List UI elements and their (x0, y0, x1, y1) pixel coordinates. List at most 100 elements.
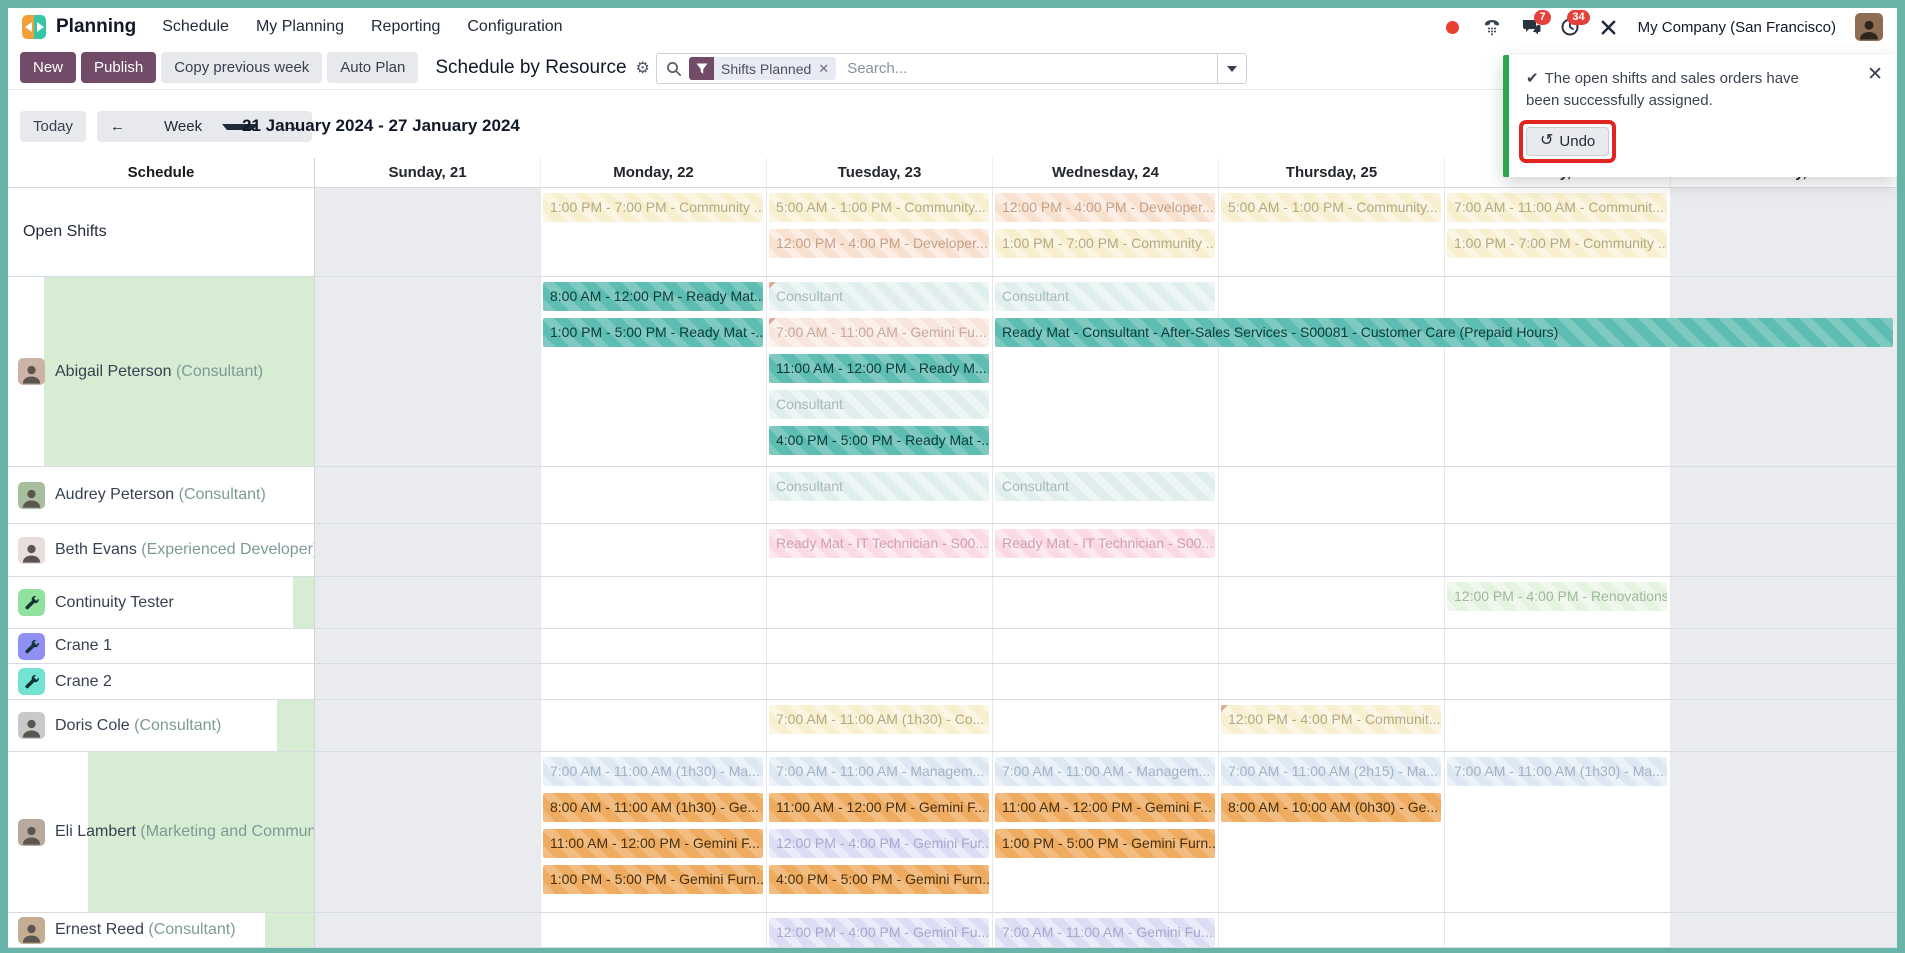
gantt-day-cell[interactable] (1445, 913, 1671, 947)
shift-pill[interactable]: Consultant (769, 282, 989, 311)
shift-pill[interactable]: 1:00 PM - 7:00 PM - Community ... (1447, 229, 1667, 258)
copy-previous-week-button[interactable]: Copy previous week (161, 52, 322, 83)
gantt-day-cell[interactable]: 7:00 AM - 11:00 AM (2h15) - Ma...8:00 AM… (1219, 752, 1445, 912)
menu-my-planning[interactable]: My Planning (256, 18, 344, 36)
shift-pill[interactable]: 1:00 PM - 7:00 PM - Community ... (543, 193, 763, 222)
shift-pill[interactable]: 7:00 AM - 11:00 AM - Communit... (1447, 193, 1667, 222)
shift-pill[interactable]: 5:00 AM - 1:00 PM - Community... (769, 193, 989, 222)
shift-pill[interactable]: Consultant (995, 282, 1215, 311)
gantt-day-cell[interactable]: 12:00 PM - 4:00 PM - Gemini Fu... (767, 913, 993, 947)
gantt-day-cell[interactable] (767, 664, 993, 699)
gantt-day-cell[interactable] (1219, 913, 1445, 947)
facet-remove-icon[interactable]: ✕ (818, 61, 829, 77)
shift-pill[interactable]: 8:00 AM - 11:00 AM (1h30) - Ge... (543, 793, 763, 822)
prev-week-arrow-icon[interactable]: ← (97, 118, 138, 135)
resource-cell[interactable]: Continuity Tester (8, 577, 315, 628)
shift-pill[interactable]: 12:00 PM - 4:00 PM - Developer... (769, 229, 989, 258)
gantt-day-cell[interactable] (1445, 524, 1671, 576)
gantt-day-cell[interactable] (1671, 467, 1897, 523)
publish-button[interactable]: Publish (81, 52, 156, 83)
gantt-day-cell[interactable]: 12:00 PM - 4:00 PM - Communit... (1219, 700, 1445, 751)
auto-plan-button[interactable]: Auto Plan (327, 52, 418, 83)
gantt-day-cell[interactable] (1219, 277, 1445, 466)
shift-pill[interactable]: 1:00 PM - 5:00 PM - Ready Mat -... (543, 318, 763, 347)
shift-pill[interactable]: 1:00 PM - 5:00 PM - Gemini Furn... (543, 865, 763, 894)
gantt-day-cell[interactable] (1671, 752, 1897, 912)
gantt-day-cell[interactable] (1671, 700, 1897, 751)
new-button[interactable]: New (20, 52, 76, 83)
gantt-day-cell[interactable] (315, 629, 541, 663)
gantt-day-cell[interactable] (1445, 700, 1671, 751)
shift-pill[interactable]: 12:00 PM - 4:00 PM - Gemini Fu... (769, 918, 989, 947)
menu-configuration[interactable]: Configuration (467, 18, 562, 36)
gantt-day-cell[interactable] (315, 524, 541, 576)
shift-pill[interactable]: 11:00 AM - 12:00 PM - Gemini F... (543, 829, 763, 858)
shift-pill[interactable]: Consultant (769, 472, 989, 501)
gantt-day-cell[interactable] (315, 188, 541, 276)
gantt-day-cell[interactable] (315, 277, 541, 466)
gantt-day-cell[interactable] (1219, 629, 1445, 663)
user-avatar[interactable] (1855, 13, 1883, 41)
gantt-day-cell[interactable]: 5:00 AM - 1:00 PM - Community... (1219, 188, 1445, 276)
gantt-day-cell[interactable] (1671, 524, 1897, 576)
gantt-day-cell[interactable] (1445, 277, 1671, 466)
gantt-day-cell[interactable]: Ready Mat - IT Technician - S00... (767, 524, 993, 576)
resource-cell[interactable]: Open Shifts (8, 188, 315, 276)
resource-cell[interactable]: Ernest Reed (Consultant) (8, 913, 315, 947)
undo-button[interactable]: ↺Undo (1526, 127, 1609, 156)
search-bar[interactable]: Shifts Planned ✕ Search... (656, 53, 1247, 84)
company-switcher[interactable]: My Company (San Francisco) (1638, 19, 1836, 36)
gantt-day-cell[interactable]: 7:00 AM - 11:00 AM (1h30) - Co... (767, 700, 993, 751)
resource-cell[interactable]: Eli Lambert (Marketing and Community... (8, 752, 315, 912)
gantt-day-cell[interactable] (1219, 577, 1445, 628)
shift-pill[interactable]: Consultant (769, 390, 989, 419)
shift-pill[interactable]: 11:00 AM - 12:00 PM - Gemini F... (995, 793, 1215, 822)
shift-pill[interactable]: Ready Mat - IT Technician - S00... (995, 529, 1215, 558)
shift-pill[interactable]: 4:00 PM - 5:00 PM - Gemini Furn... (769, 865, 989, 894)
gantt-day-cell[interactable] (1219, 664, 1445, 699)
gantt-day-cell[interactable] (315, 577, 541, 628)
gantt-day-cell[interactable] (1671, 188, 1897, 276)
shift-pill[interactable]: 1:00 PM - 7:00 PM - Community ... (995, 229, 1215, 258)
shift-pill[interactable]: 12:00 PM - 4:00 PM - Renovations (1447, 582, 1667, 611)
activities-clock-icon[interactable]: 34 (1560, 17, 1580, 37)
shift-pill[interactable]: Consultant (995, 472, 1215, 501)
gantt-day-cell[interactable] (1219, 467, 1445, 523)
gantt-day-cell[interactable] (315, 913, 541, 947)
shift-pill[interactable]: 7:00 AM - 11:00 AM - Managem... (995, 757, 1215, 786)
gantt-day-cell[interactable] (1445, 664, 1671, 699)
resource-cell[interactable]: Beth Evans (Experienced Developer) (8, 524, 315, 576)
discuss-chat-icon[interactable]: 7 (1521, 17, 1541, 37)
gantt-day-cell[interactable] (993, 664, 1219, 699)
resource-cell[interactable]: Doris Cole (Consultant) (8, 700, 315, 751)
gantt-day-cell[interactable] (1219, 524, 1445, 576)
gantt-day-cell[interactable] (541, 913, 767, 947)
gantt-day-cell[interactable]: Ready Mat - IT Technician - S00... (993, 524, 1219, 576)
gantt-day-cell[interactable] (993, 700, 1219, 751)
gantt-day-cell[interactable]: 8:00 AM - 12:00 PM - Ready Mat... 1:00 PM… (541, 277, 767, 466)
gantt-day-cell[interactable]: 7:00 AM - 11:00 AM (1h30) - Ma...8:00 AM… (541, 752, 767, 912)
shift-pill[interactable]: 8:00 AM - 12:00 PM - Ready Mat... (543, 282, 763, 311)
gantt-day-cell[interactable] (1671, 913, 1897, 947)
gantt-day-cell[interactable] (541, 700, 767, 751)
app-name[interactable]: Planning (56, 16, 136, 38)
shift-pill[interactable]: Ready Mat - IT Technician - S00... (769, 529, 989, 558)
gantt-day-cell[interactable]: 5:00 AM - 1:00 PM - Community... 12:00 PM… (767, 188, 993, 276)
shift-pill[interactable]: 1:00 PM - 5:00 PM - Gemini Furn... (995, 829, 1215, 858)
menu-reporting[interactable]: Reporting (371, 18, 440, 36)
gantt-day-cell[interactable] (1671, 664, 1897, 699)
gantt-day-cell[interactable]: 7:00 AM - 11:00 AM - Managem...11:00 AM … (767, 752, 993, 912)
toast-close-icon[interactable]: ✕ (1867, 65, 1883, 84)
gantt-day-cell[interactable] (541, 577, 767, 628)
gantt-day-cell[interactable] (767, 577, 993, 628)
gantt-day-cell[interactable] (1445, 467, 1671, 523)
gantt-day-cell[interactable] (1445, 629, 1671, 663)
shift-pill[interactable]: 7:00 AM - 11:00 AM (1h30) - Co... (769, 705, 989, 734)
shift-pill[interactable]: 4:00 PM - 5:00 PM - Ready Mat -... (769, 426, 989, 455)
search-input-placeholder[interactable]: Search... (847, 60, 1217, 77)
gantt-day-cell[interactable] (541, 524, 767, 576)
resource-cell[interactable]: Crane 2 (8, 664, 315, 699)
gantt-day-cell[interactable] (315, 700, 541, 751)
search-facet-shifts-planned[interactable]: Shifts Planned ✕ (689, 57, 836, 80)
shift-pill[interactable]: 7:00 AM - 11:00 AM - Gemini Fu... (995, 918, 1215, 947)
